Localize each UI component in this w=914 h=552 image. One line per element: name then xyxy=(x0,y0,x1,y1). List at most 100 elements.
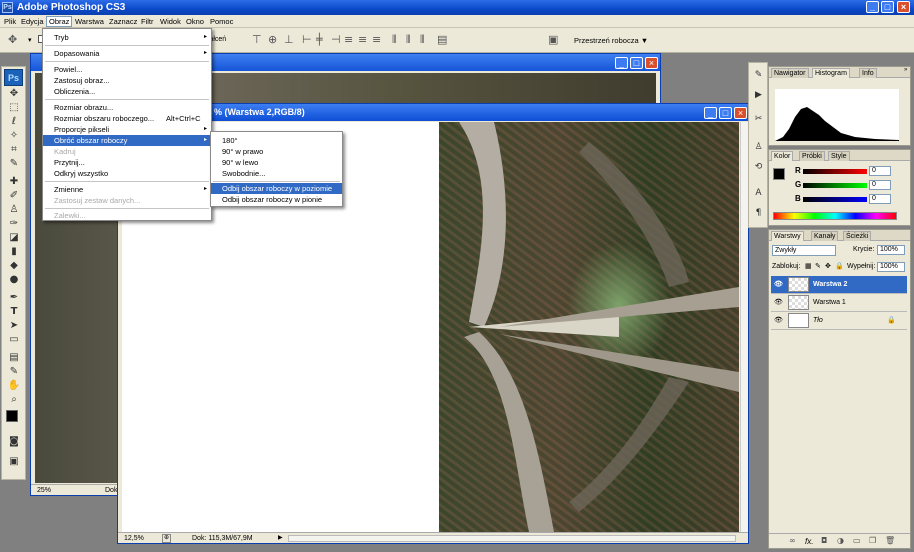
brush-tool-icon[interactable]: ✐ xyxy=(6,189,22,203)
marquee-tool-icon[interactable]: ⬚ xyxy=(6,101,22,115)
menu-plik[interactable]: Plik xyxy=(2,16,18,27)
tab-navigator[interactable]: Nawigator xyxy=(771,68,809,78)
trash-icon[interactable]: 🗑 xyxy=(885,536,895,545)
align-right-icon[interactable]: ⊣ xyxy=(331,33,341,46)
doc-back-minimize-button[interactable]: _ xyxy=(615,57,628,69)
canvas-photo[interactable] xyxy=(439,122,739,532)
notes-tool-icon[interactable]: ▤ xyxy=(6,351,22,365)
menu-filtr[interactable]: Filtr xyxy=(139,16,156,27)
submenu-item-free[interactable]: Swobodnie... xyxy=(211,168,342,179)
menu-item-odkryj-wszystko[interactable]: Odkryj wszystko xyxy=(43,168,211,179)
menu-okno[interactable]: Okno xyxy=(184,16,206,27)
menu-item-zalewki[interactable]: Zalewki... xyxy=(43,210,211,221)
zoom-tool-icon[interactable]: ⌕ xyxy=(6,393,22,407)
menu-item-obliczenia[interactable]: Obliczenia... xyxy=(43,86,211,97)
zoom-level[interactable]: 12,5% xyxy=(124,533,144,544)
menu-item-tryb[interactable]: Tryb ▸ xyxy=(43,32,211,43)
menu-zaznacz[interactable]: Zaznacz xyxy=(107,16,139,27)
distribute-right-icon[interactable]: ⫴ xyxy=(420,33,425,47)
menu-pomoc[interactable]: Pomoc xyxy=(208,16,235,27)
tab-warstwy[interactable]: Warstwy xyxy=(771,231,804,241)
value-g[interactable]: 0 xyxy=(869,180,891,190)
slider-b[interactable] xyxy=(803,197,867,202)
pen-tool-icon[interactable]: ✒ xyxy=(6,291,22,305)
actions-panel-icon[interactable]: ▶ xyxy=(752,89,765,102)
layer-name[interactable]: Tło xyxy=(813,312,823,330)
menu-item-powiel[interactable]: Powiel... xyxy=(43,64,211,75)
quick-mask-icon[interactable]: ◙ xyxy=(6,435,22,449)
clone-source-icon[interactable]: ♙ xyxy=(752,141,765,154)
workspace-button[interactable]: Przestrzeń robocza ▼ xyxy=(574,33,674,48)
gradient-tool-icon[interactable]: ▮ xyxy=(6,245,22,259)
slider-r[interactable] xyxy=(803,169,867,174)
foreground-color[interactable] xyxy=(773,168,785,180)
tab-style[interactable]: Style xyxy=(828,151,850,161)
menu-item-zastosuj-obraz[interactable]: Zastosuj obraz... xyxy=(43,75,211,86)
tool-presets-icon[interactable]: ✂ xyxy=(752,113,765,126)
history-panel-icon[interactable]: ⟲ xyxy=(752,161,765,174)
adjustment-icon[interactable]: ◑ xyxy=(837,536,844,545)
clone-stamp-icon[interactable]: ♙ xyxy=(6,203,22,217)
maximize-button[interactable]: □ xyxy=(881,1,894,13)
distribute-vcenter-icon[interactable]: ≡ xyxy=(358,33,367,46)
horizontal-scrollbar[interactable] xyxy=(288,535,736,542)
layer-name[interactable]: Warstwa 2 xyxy=(813,276,847,294)
lasso-tool-icon[interactable]: ℓ xyxy=(6,115,22,129)
status-icon[interactable]: ⊕ xyxy=(162,534,171,543)
menu-warstwa[interactable]: Warstwa xyxy=(73,16,106,27)
folder-icon[interactable]: ▭ xyxy=(853,536,861,545)
hand-tool-icon[interactable]: ✋ xyxy=(6,379,22,393)
layer-row-warstwa-1[interactable]: 👁 Warstwa 1 xyxy=(771,294,907,312)
align-top-icon[interactable]: ⊤ xyxy=(252,33,262,46)
doc-back-close-button[interactable]: × xyxy=(645,57,658,69)
value-r[interactable]: 0 xyxy=(869,166,891,176)
submenu-item-flip-horizontal[interactable]: Odbij obszar roboczy w poziomie xyxy=(211,183,342,194)
dodge-tool-icon[interactable]: ● xyxy=(6,273,22,287)
menu-item-przytnij[interactable]: Przytnij... xyxy=(43,157,211,168)
menu-item-obroc-obszar[interactable]: Obróć obszar roboczy ▸ xyxy=(43,135,211,146)
menu-widok[interactable]: Widok xyxy=(158,16,183,27)
workspace-icon[interactable]: ▣ xyxy=(548,33,558,46)
doc-minimize-button[interactable]: _ xyxy=(704,107,717,119)
shape-tool-icon[interactable]: ▭ xyxy=(6,333,22,347)
doc-back-maximize-button[interactable]: □ xyxy=(630,57,643,69)
visibility-eye-icon[interactable]: 👁 xyxy=(774,299,783,307)
minimize-button[interactable]: _ xyxy=(866,1,879,13)
opacity-input[interactable]: 100% xyxy=(877,245,905,255)
magic-wand-icon[interactable]: ✧ xyxy=(6,129,22,143)
menu-item-dopasowania[interactable]: Dopasowania ▸ xyxy=(43,48,211,59)
submenu-item-flip-vertical[interactable]: Odbij obszar roboczy w pionie xyxy=(211,194,342,205)
value-b[interactable]: 0 xyxy=(869,194,891,204)
menu-edycja[interactable]: Edycja xyxy=(19,16,46,27)
slice-tool-icon[interactable]: ✎ xyxy=(6,157,22,171)
lock-all-icon[interactable]: 🔒 xyxy=(835,262,844,270)
move-tool-icon[interactable]: ✥ xyxy=(8,33,17,46)
blur-tool-icon[interactable]: ◆ xyxy=(6,259,22,273)
healing-brush-icon[interactable]: ✚ xyxy=(6,175,22,189)
eraser-tool-icon[interactable]: ◪ xyxy=(6,231,22,245)
submenu-item-180[interactable]: 180° xyxy=(211,135,342,146)
tab-histogram[interactable]: Histogram xyxy=(812,68,850,78)
tool-preset-arrow-icon[interactable]: ▾ xyxy=(28,36,32,44)
status-menu-arrow-icon[interactable]: ▶ xyxy=(278,533,283,544)
menu-item-proporcje-pikseli[interactable]: Proporcje pikseli ▸ xyxy=(43,124,211,135)
blend-mode-select[interactable]: Zwykły xyxy=(772,245,836,256)
submenu-item-90-left[interactable]: 90° w lewo xyxy=(211,157,342,168)
collapse-arrows-icon[interactable]: » xyxy=(904,67,907,73)
color-ramp[interactable] xyxy=(773,212,897,220)
eyedropper-icon[interactable]: ✎ xyxy=(6,365,22,379)
visibility-eye-icon[interactable]: 👁 xyxy=(774,281,783,289)
history-brush-icon[interactable]: ✑ xyxy=(6,217,22,231)
distribute-left-icon[interactable]: ⫴ xyxy=(392,33,397,47)
lock-position-icon[interactable]: ✥ xyxy=(825,262,831,270)
align-bottom-icon[interactable]: ⊥ xyxy=(284,33,294,46)
screen-mode-icon[interactable]: ▣ xyxy=(6,455,22,469)
align-vcenter-icon[interactable]: ⊕ xyxy=(268,33,277,46)
tab-kolor[interactable]: Kolor xyxy=(771,151,794,161)
brushes-panel-icon[interactable]: ✎ xyxy=(752,69,765,82)
menu-item-rozmiar-obrazu[interactable]: Rozmiar obrazu... xyxy=(43,102,211,113)
align-left-icon[interactable]: ⊢ xyxy=(302,33,312,46)
menu-item-zastosuj-zestaw[interactable]: Zastosuj zestaw danych... xyxy=(43,195,211,206)
link-icon[interactable]: ∞ xyxy=(789,536,796,545)
layer-row-tlo[interactable]: 👁 Tło 🔒 xyxy=(771,312,907,330)
